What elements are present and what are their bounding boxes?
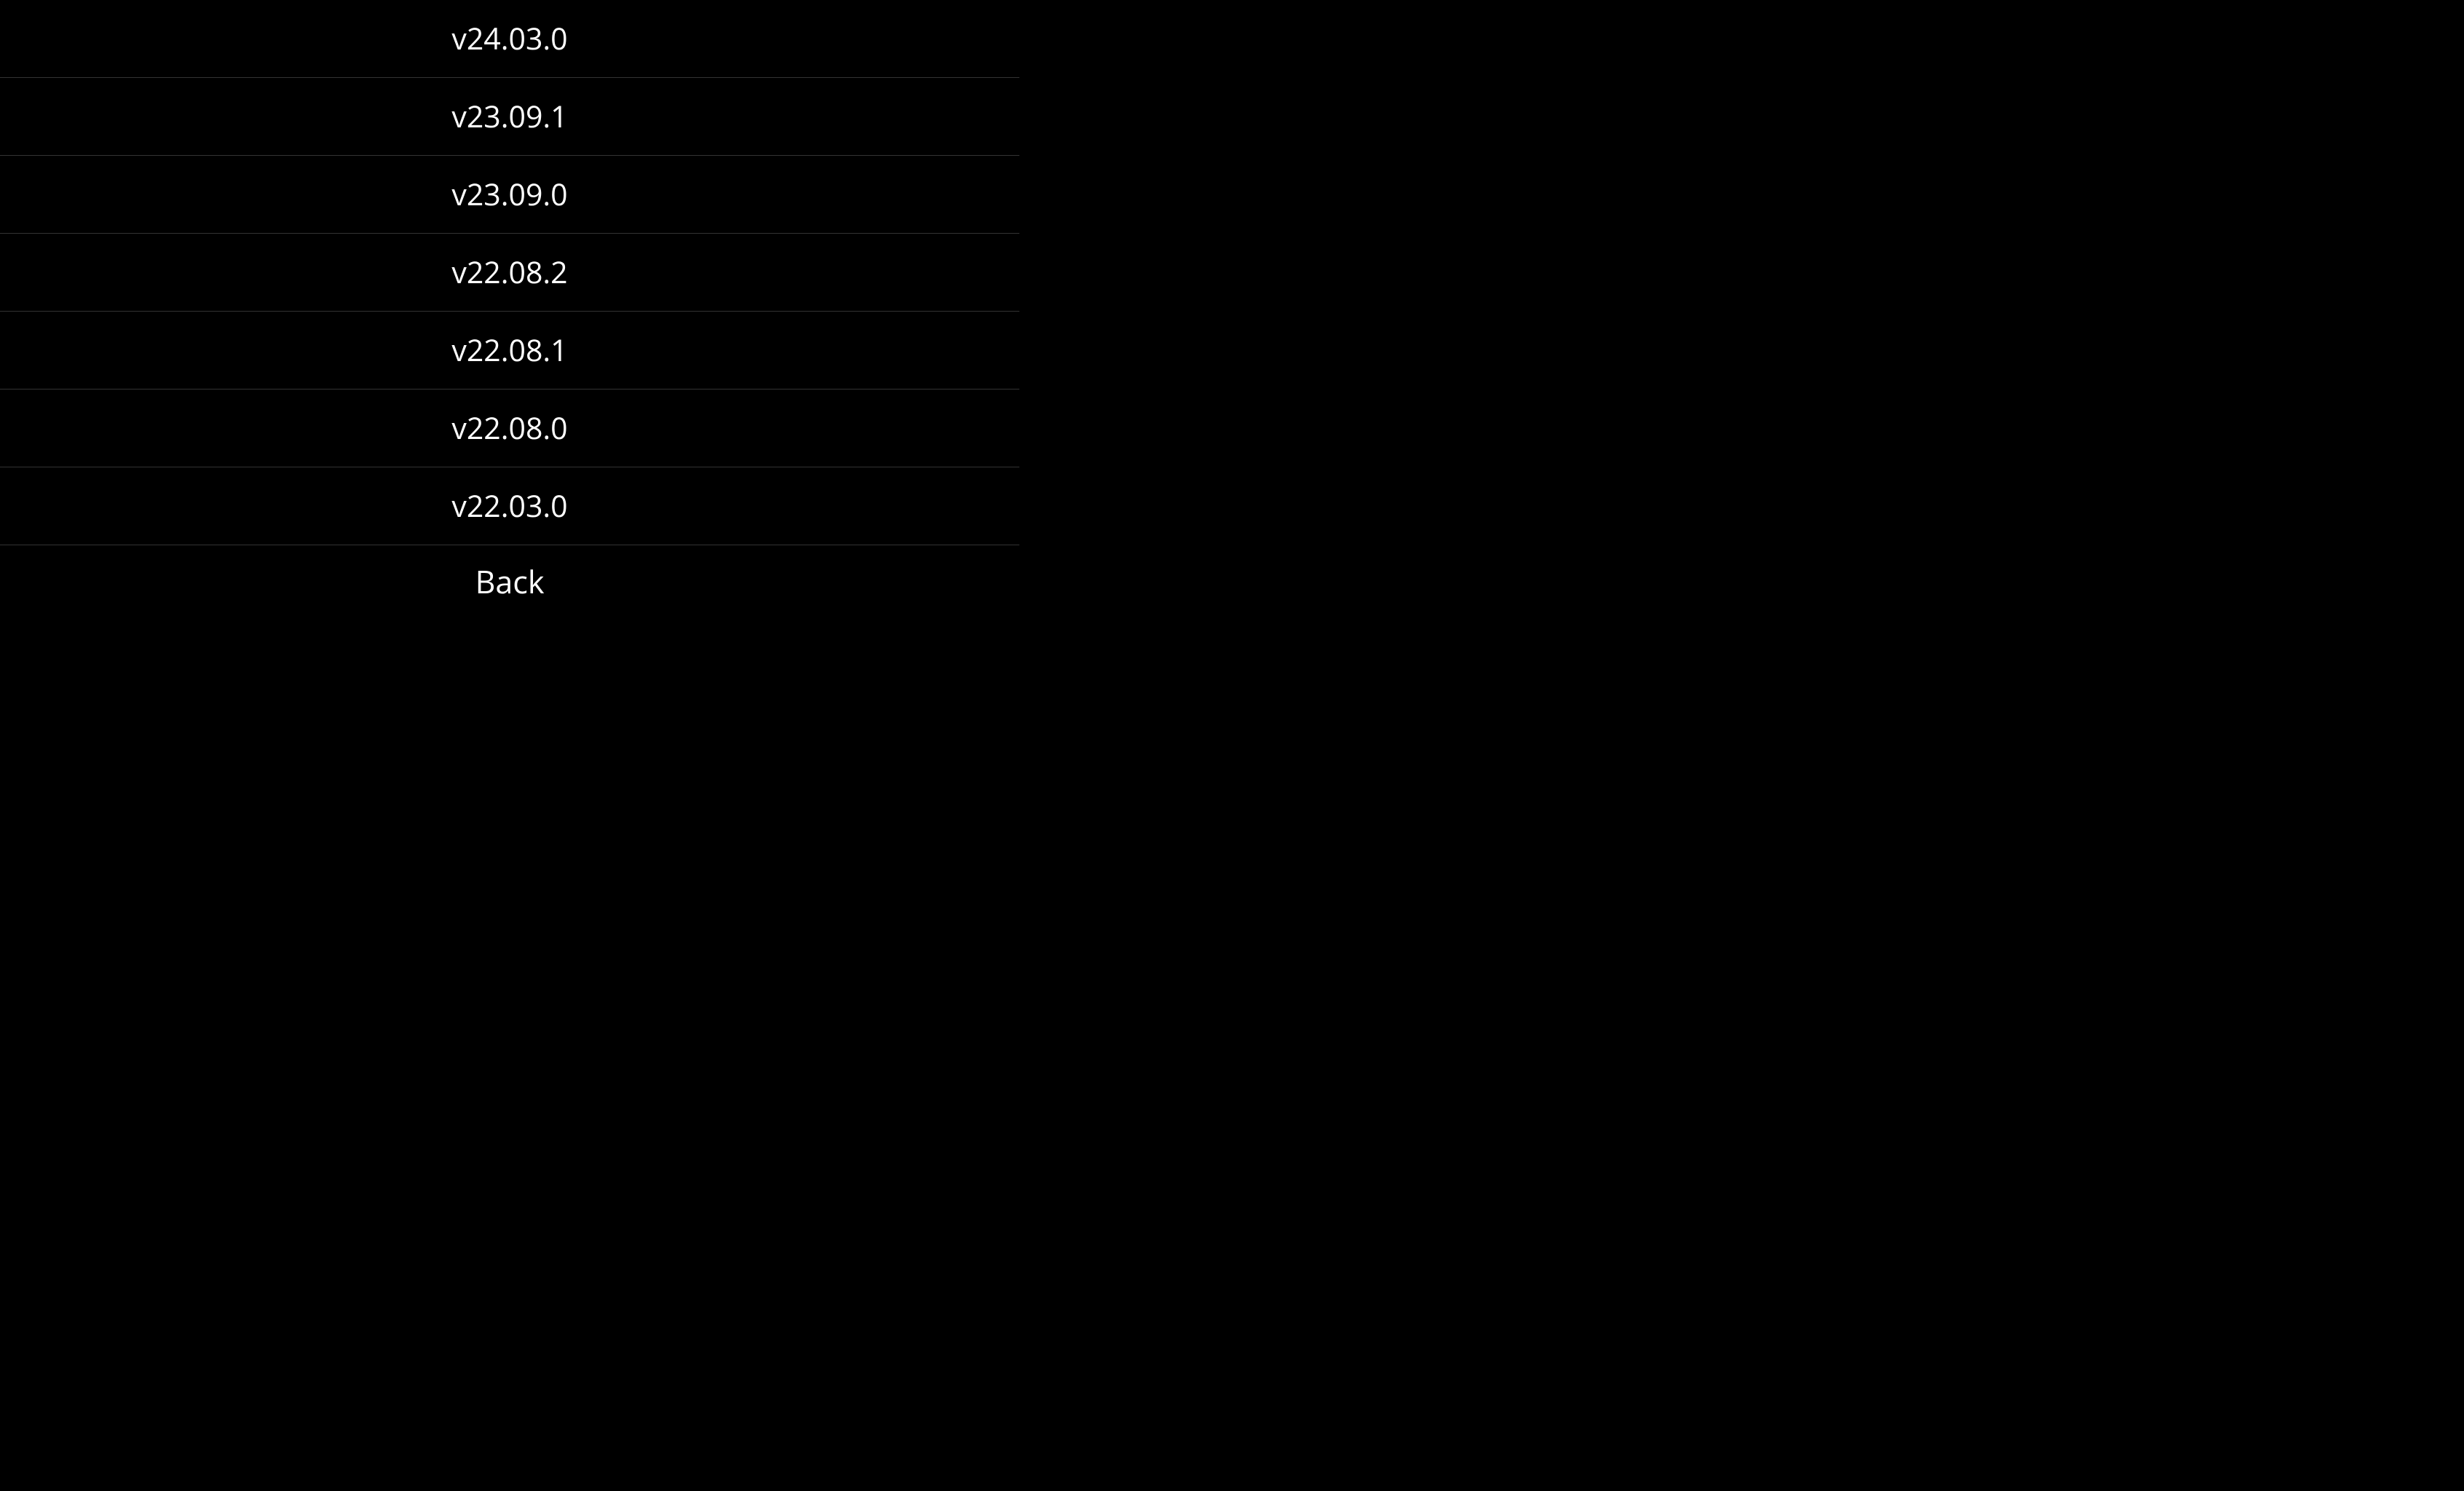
version-item-label: v23.09.1 [451,96,567,137]
version-item-label: v24.03.0 [451,18,567,59]
version-item-label: v22.08.2 [451,252,567,293]
version-item[interactable]: v24.03.0 [0,0,1019,78]
version-item[interactable]: v22.03.0 [0,467,1019,545]
version-item[interactable]: v22.08.1 [0,312,1019,389]
back-button[interactable]: Back [0,545,1019,617]
version-item[interactable]: v22.08.2 [0,234,1019,312]
version-item[interactable]: v22.08.0 [0,389,1019,467]
version-item[interactable]: v23.09.0 [0,156,1019,234]
version-item-label: v22.08.1 [451,330,567,371]
back-button-label: Back [475,560,545,603]
version-item-label: v22.08.0 [451,408,567,448]
version-menu-list: v24.03.0 v23.09.1 v23.09.0 v22.08.2 v22.… [0,0,1019,545]
version-item-label: v22.03.0 [451,486,567,526]
version-item[interactable]: v23.09.1 [0,78,1019,156]
version-item-label: v23.09.0 [451,174,567,215]
